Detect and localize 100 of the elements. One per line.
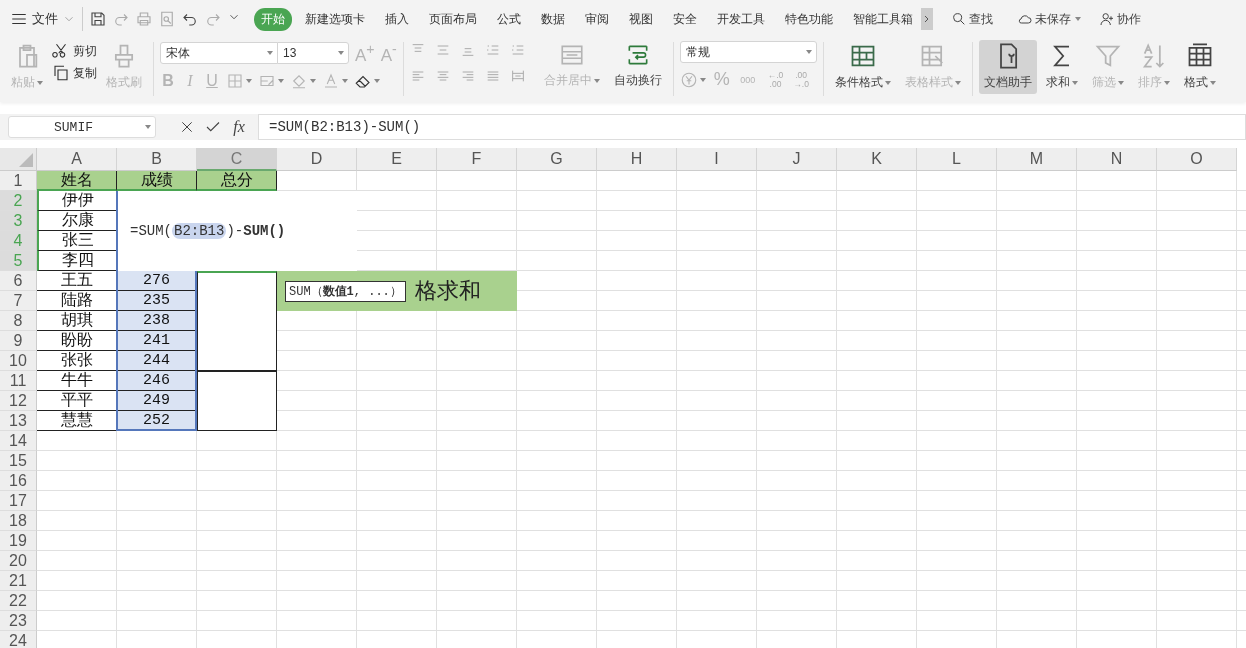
row-header[interactable]: 6: [0, 271, 37, 291]
column-header[interactable]: M: [997, 148, 1077, 171]
range-reference: B2:B13: [172, 223, 227, 239]
row-header[interactable]: 23: [0, 611, 37, 631]
table-cell: 牛牛: [37, 371, 117, 391]
column-header[interactable]: N: [1077, 148, 1157, 171]
row-header[interactable]: 13: [0, 411, 37, 431]
editing-cell[interactable]: =SUM(B2:B13)-SUM(): [116, 191, 357, 271]
wrap-text-button[interactable]: 自动换行: [608, 40, 667, 94]
table-cell: 张三: [37, 231, 117, 251]
column-header[interactable]: E: [357, 148, 437, 171]
ribbon-tab[interactable]: 数据: [534, 7, 572, 31]
formula-field[interactable]: =SUM(B2:B13)-SUM(): [258, 114, 1246, 140]
insert-function-button[interactable]: fx: [226, 118, 252, 136]
currency-button[interactable]: [679, 70, 706, 89]
table-cell: 胡琪: [37, 311, 117, 331]
ribbon-tab[interactable]: 插入: [378, 7, 416, 31]
row-header[interactable]: 16: [0, 471, 37, 491]
distribute-icon: [509, 68, 526, 84]
name-box[interactable]: SUMIF: [8, 116, 156, 138]
collaborate-button[interactable]: 协作: [1099, 10, 1141, 28]
search-button[interactable]: 查找: [951, 10, 993, 28]
row-header[interactable]: 22: [0, 591, 37, 611]
column-header[interactable]: D: [277, 148, 357, 171]
save-icon: [89, 10, 107, 28]
row-header[interactable]: 19: [0, 531, 37, 551]
table-cell: 盼盼: [37, 331, 117, 351]
merged-cell[interactable]: [197, 271, 277, 371]
table-cell: 238: [117, 311, 197, 331]
table-cell: 慧慧: [37, 411, 117, 431]
copy-icon: [52, 64, 70, 82]
table-cell: 235: [117, 291, 197, 311]
row-header[interactable]: 21: [0, 571, 37, 591]
ribbon-tab[interactable]: 视图: [622, 7, 660, 31]
column-header[interactable]: F: [437, 148, 517, 171]
row-header[interactable]: 8: [0, 311, 37, 331]
column-header[interactable]: G: [517, 148, 597, 171]
more-tabs-button[interactable]: [921, 8, 933, 30]
conditional-format-button[interactable]: 条件格式: [829, 40, 896, 94]
sum-button[interactable]: 求和: [1040, 40, 1083, 94]
row-header[interactable]: 9: [0, 331, 37, 351]
formula-text: =SUM(: [130, 223, 172, 239]
row-header[interactable]: 1: [0, 171, 37, 191]
border-icon: [226, 71, 244, 90]
ribbon-tab[interactable]: 开发工具: [710, 7, 772, 31]
ribbon-tab[interactable]: 智能工具箱: [846, 7, 920, 31]
ribbon-tab[interactable]: 审阅: [578, 7, 616, 31]
font-size-dropdown[interactable]: 13: [277, 42, 349, 65]
borders-button[interactable]: [226, 71, 252, 90]
font-family-dropdown[interactable]: 宋体: [160, 42, 278, 65]
column-header[interactable]: I: [677, 148, 757, 171]
table-cell: 伊伊: [37, 191, 117, 211]
table-cell: 李四: [37, 251, 117, 271]
select-all-icon: [19, 153, 33, 167]
save-status-button[interactable]: 未保存: [1017, 10, 1081, 28]
row-header[interactable]: 18: [0, 511, 37, 531]
row-header[interactable]: 24: [0, 631, 37, 648]
cut-button[interactable]: 剪切: [52, 42, 97, 60]
row-header[interactable]: 14: [0, 431, 37, 451]
ribbon-tab[interactable]: 公式: [490, 7, 528, 31]
ribbon-tab[interactable]: 特色功能: [778, 7, 840, 31]
column-header[interactable]: A: [37, 148, 117, 171]
caret-icon: [805, 50, 812, 54]
ribbon-tab[interactable]: 页面布局: [422, 7, 484, 31]
row-header[interactable]: 11: [0, 371, 37, 391]
print-icon: [135, 10, 153, 28]
copy-button[interactable]: 复制: [52, 64, 97, 82]
column-header[interactable]: J: [757, 148, 837, 171]
row-header[interactable]: 10: [0, 351, 37, 371]
font-color-button[interactable]: [322, 71, 348, 90]
font-color-icon: [322, 71, 340, 90]
yen-icon: [679, 70, 698, 89]
chevron-right-icon: [924, 15, 930, 23]
caret-icon: [278, 78, 284, 83]
file-menu[interactable]: 文件: [10, 10, 76, 28]
row-header[interactable]: 7: [0, 291, 37, 311]
ribbon-tab[interactable]: 安全: [666, 7, 704, 31]
row-header[interactable]: 12: [0, 391, 37, 411]
print-preview-button[interactable]: [158, 10, 176, 28]
merged-cell[interactable]: [197, 371, 277, 431]
row-header[interactable]: 17: [0, 491, 37, 511]
table-cell: 姓名: [37, 171, 117, 191]
ribbon-tab[interactable]: 新建选项卡: [298, 7, 372, 31]
save-button[interactable]: [89, 10, 107, 28]
row-header[interactable]: 15: [0, 451, 37, 471]
search-icon: [951, 11, 967, 27]
number-format-dropdown[interactable]: 常规: [679, 41, 817, 63]
column-header[interactable]: B: [117, 148, 197, 171]
format-button[interactable]: 格式: [1178, 40, 1221, 94]
table-cell: 241: [117, 331, 197, 351]
print-button[interactable]: [135, 10, 153, 28]
caret-icon: [338, 51, 344, 56]
column-header[interactable]: K: [837, 148, 917, 171]
column-header[interactable]: H: [597, 148, 677, 171]
column-header[interactable]: L: [917, 148, 997, 171]
column-header[interactable]: O: [1157, 148, 1237, 171]
caret-icon: [699, 77, 706, 82]
document-assistant-button[interactable]: 文档助手: [978, 40, 1037, 94]
preview-icon: [158, 10, 176, 28]
row-header[interactable]: 20: [0, 551, 37, 571]
